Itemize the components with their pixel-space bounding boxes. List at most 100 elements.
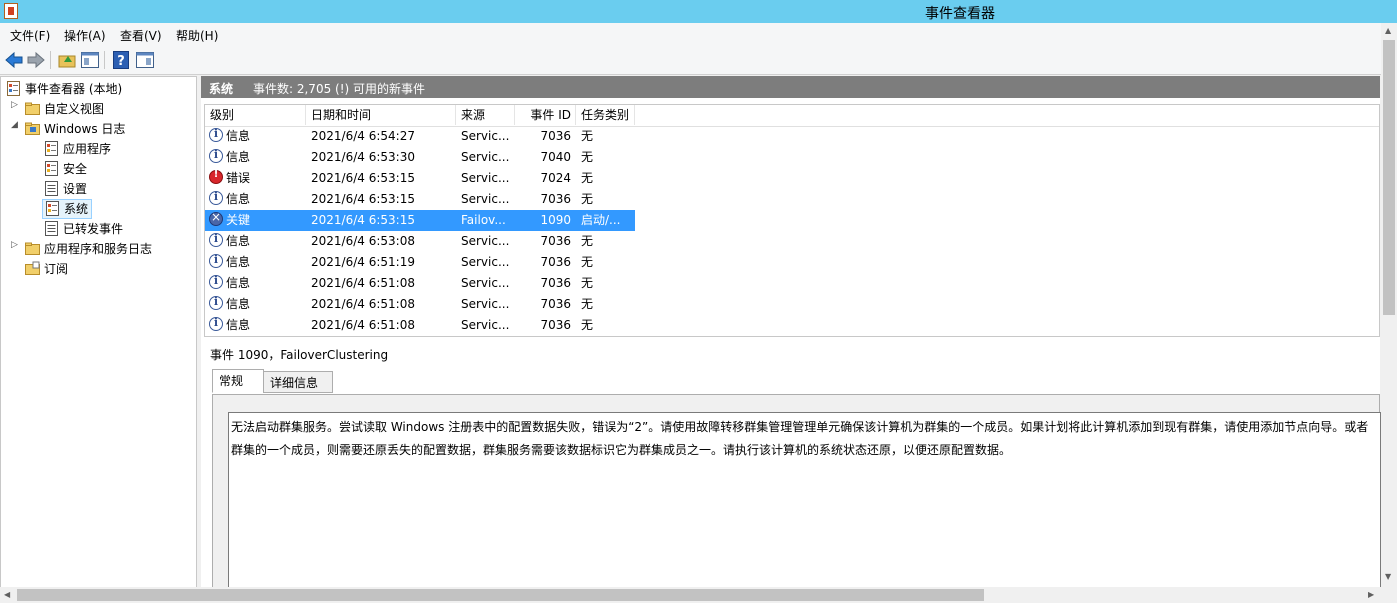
toolbar-separator — [104, 51, 105, 69]
cell-datetime: 2021/6/4 6:53:15 — [311, 192, 415, 206]
help-icon[interactable]: ? — [111, 50, 131, 70]
column-header-task[interactable]: 任务类别 — [576, 105, 635, 125]
collapse-chevron-icon[interactable]: ◢ — [11, 120, 18, 130]
forward-arrow-icon[interactable] — [26, 50, 46, 70]
cell-datetime: 2021/6/4 6:53:08 — [311, 234, 415, 248]
column-header-event-id[interactable]: 事件 ID — [515, 105, 576, 125]
menu-view[interactable]: 查看(V) — [120, 27, 162, 44]
scroll-left-arrow-icon[interactable]: ◀ — [4, 590, 10, 599]
scrollbar-thumb[interactable] — [1383, 40, 1395, 315]
scrollbar-thumb[interactable] — [17, 589, 984, 601]
window-title: 事件查看器 — [925, 6, 995, 22]
cell-task: 无 — [581, 192, 594, 206]
event-row[interactable]: 信息 2021/6/4 6:53:15 Servic... 7036 无 — [205, 189, 1379, 210]
tree-label: 应用程序和服务日志 — [44, 242, 153, 256]
cell-datetime: 2021/6/4 6:51:08 — [311, 318, 415, 332]
cell-level: 信息 — [226, 297, 251, 311]
tree-label: 订阅 — [44, 262, 69, 276]
action-pane-icon[interactable] — [135, 50, 155, 70]
cell-task: 无 — [581, 171, 594, 185]
cell-event-id: 1090 — [540, 213, 571, 227]
event-row[interactable]: 信息 2021/6/4 6:53:08 Servic... 7036 无 — [205, 231, 1379, 252]
event-row[interactable]: 错误 2021/6/4 6:53:15 Servic... 7024 无 — [205, 168, 1379, 189]
event-row[interactable]: 信息 2021/6/4 6:54:27 Servic... 7036 无 — [205, 126, 1379, 147]
menu-help[interactable]: 帮助(H) — [176, 27, 218, 44]
event-row[interactable]: 信息 2021/6/4 6:51:19 Servic... 7036 无 — [205, 252, 1379, 273]
cell-level: 错误 — [226, 171, 251, 185]
description-line: 群集的一个成员，则需要还原丢失的配置数据，群集服务需要该数据标识它为群集成员之一… — [231, 443, 1012, 457]
info-icon — [209, 232, 223, 247]
cell-source: Servic... — [461, 234, 510, 248]
horizontal-scrollbar[interactable]: ◀ ▶ — [0, 587, 1381, 603]
subscription-icon — [25, 261, 40, 276]
cell-task: 无 — [581, 318, 594, 332]
log-icon — [44, 161, 59, 176]
cell-task: 无 — [581, 255, 594, 269]
general-tab-body: 无法启动群集服务。尝试读取 Windows 注册表中的配置数据失败，错误为“2”… — [212, 394, 1381, 589]
cell-task: 无 — [581, 276, 594, 290]
column-header-level[interactable]: 级别 — [205, 105, 306, 125]
event-detail-title: 事件 1090，FailoverClustering — [210, 348, 389, 362]
scroll-right-arrow-icon[interactable]: ▶ — [1368, 590, 1374, 599]
expand-chevron-icon[interactable]: ▷ — [11, 100, 18, 110]
cell-source: Servic... — [461, 192, 510, 206]
tree-label: 事件查看器 (本地) — [25, 82, 123, 96]
log-icon — [44, 181, 59, 196]
info-icon — [209, 295, 223, 310]
event-row[interactable]: 信息 2021/6/4 6:53:30 Servic... 7040 无 — [205, 147, 1379, 168]
log-icon — [44, 141, 59, 156]
pane-header: 系统 事件数: 2,705 (!) 可用的新事件 — [201, 76, 1380, 98]
cell-event-id: 7036 — [540, 129, 571, 143]
vertical-scrollbar[interactable]: ▲ ▼ — [1381, 23, 1397, 586]
cell-level: 信息 — [226, 276, 251, 290]
cell-event-id: 7024 — [540, 171, 571, 185]
tree-label: 设置 — [63, 182, 88, 196]
console-tree-icon[interactable] — [80, 50, 100, 70]
tree-label: 自定义视图 — [44, 102, 105, 116]
cell-level: 信息 — [226, 150, 251, 164]
main-pane: 系统 事件数: 2,705 (!) 可用的新事件 级别 日期和时间 来源 事件 … — [201, 76, 1381, 589]
back-arrow-icon[interactable] — [4, 50, 24, 70]
cell-event-id: 7040 — [540, 150, 571, 164]
up-folder-icon[interactable] — [57, 50, 77, 70]
event-list-header: 级别 日期和时间 来源 事件 ID 任务类别 — [205, 105, 1379, 127]
cell-datetime: 2021/6/4 6:51:08 — [311, 297, 415, 311]
event-row[interactable]: 信息 2021/6/4 6:51:08 Servic... 7036 无 — [205, 315, 1379, 336]
column-header-source[interactable]: 来源 — [456, 105, 515, 125]
menu-action[interactable]: 操作(A) — [64, 27, 106, 44]
tab-details[interactable]: 详细信息 — [263, 371, 333, 393]
critical-icon — [209, 210, 223, 226]
cell-event-id: 7036 — [540, 318, 571, 332]
info-icon — [209, 148, 223, 163]
info-icon — [209, 274, 223, 289]
cell-event-id: 7036 — [540, 192, 571, 206]
event-row[interactable]: 关键 2021/6/4 6:53:15 Failov... 1090 启动/... — [205, 210, 635, 231]
event-row[interactable]: 信息 2021/6/4 6:51:08 Servic... 7036 无 — [205, 294, 1379, 315]
cell-event-id: 7036 — [540, 276, 571, 290]
tree-item-system[interactable]: 系统 — [42, 199, 92, 219]
cell-level: 信息 — [226, 129, 251, 143]
toolbar-separator — [50, 51, 51, 69]
menu-file[interactable]: 文件(F) — [10, 27, 50, 44]
event-list: 级别 日期和时间 来源 事件 ID 任务类别 信息 2021/6/4 6:54:2… — [204, 104, 1380, 337]
scroll-up-arrow-icon[interactable]: ▲ — [1385, 26, 1391, 35]
event-count: 事件数: 2,705 (!) 可用的新事件 — [253, 82, 426, 96]
tree-label: Windows 日志 — [44, 122, 126, 136]
cell-source: Servic... — [461, 150, 510, 164]
cell-event-id: 7036 — [540, 234, 571, 248]
expand-chevron-icon[interactable]: ▷ — [11, 240, 18, 250]
info-icon — [209, 253, 223, 268]
cell-task: 无 — [581, 297, 594, 311]
svg-text:?: ? — [117, 54, 125, 69]
scroll-down-arrow-icon[interactable]: ▼ — [1385, 572, 1391, 581]
cell-task: 无 — [581, 150, 594, 164]
log-icon — [44, 221, 59, 236]
event-description[interactable]: 无法启动群集服务。尝试读取 Windows 注册表中的配置数据失败，错误为“2”… — [228, 412, 1381, 589]
event-row[interactable]: 信息 2021/6/4 6:51:08 Servic... 7036 无 — [205, 273, 1379, 294]
tab-general[interactable]: 常规 — [212, 369, 264, 393]
cell-source: Servic... — [461, 129, 510, 143]
column-header-datetime[interactable]: 日期和时间 — [306, 105, 456, 125]
log-icon — [45, 201, 60, 216]
tree-label: 安全 — [63, 162, 88, 176]
title-bar: 事件查看器 — [0, 0, 1397, 23]
